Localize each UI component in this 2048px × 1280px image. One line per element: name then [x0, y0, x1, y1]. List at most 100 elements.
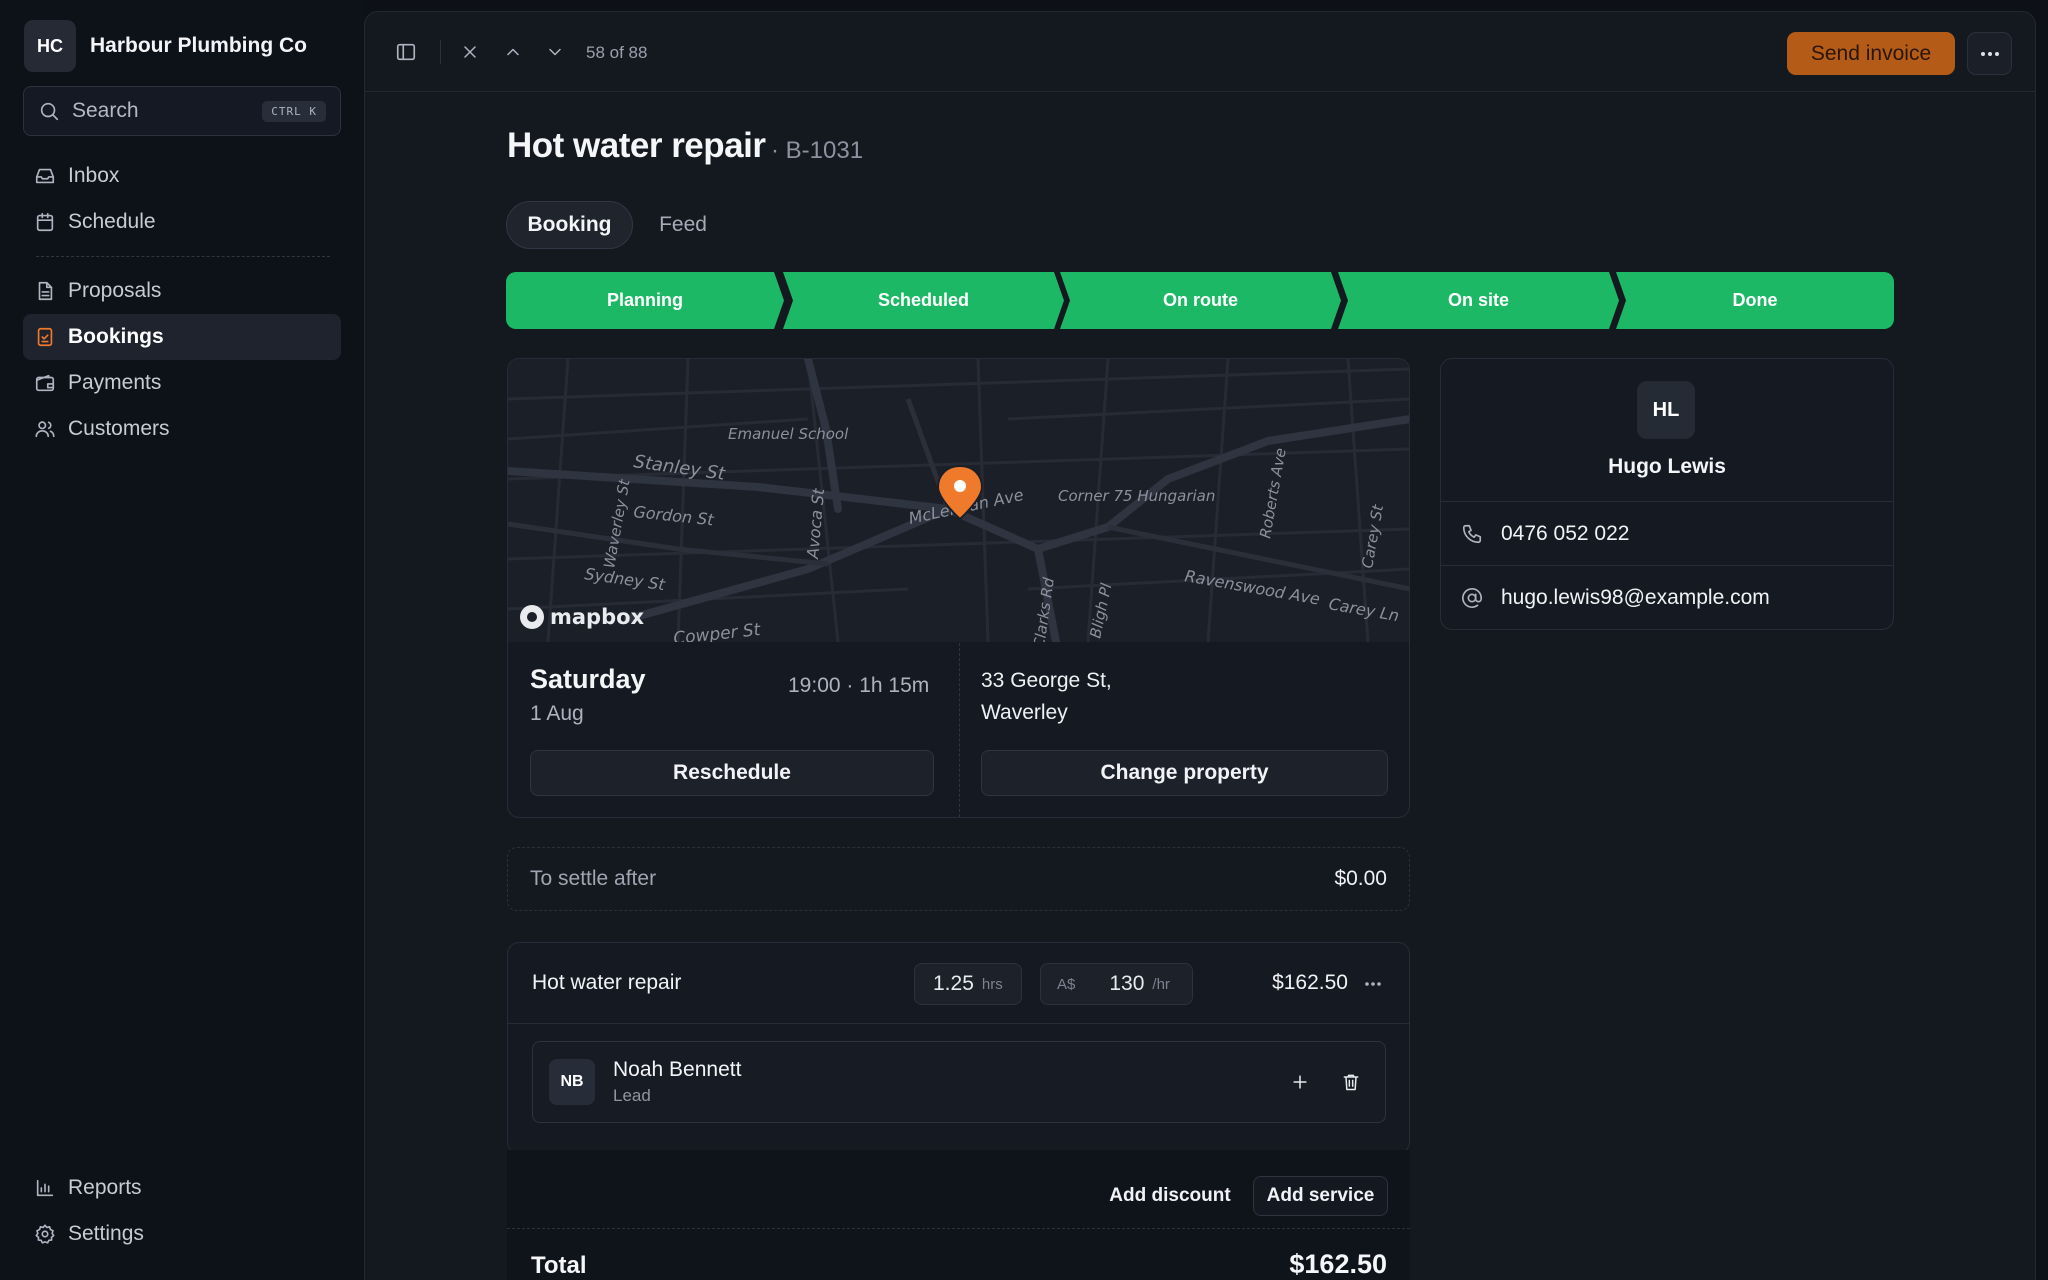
settle-label: To settle after [530, 867, 657, 890]
customer-phone-row[interactable]: 0476 052 022 [1441, 501, 1893, 565]
location-map[interactable]: Emanuel School Stanley St Gordon St Wave… [508, 359, 1409, 642]
sidebar-item-label: Bookings [68, 325, 164, 348]
property-address: 33 George St, Waverley [981, 665, 1112, 729]
address-line-1: 33 George St, [981, 669, 1112, 692]
stage-scheduled[interactable]: Scheduled [783, 272, 1064, 329]
more-horizontal-icon [1980, 51, 1999, 56]
workspace-switcher[interactable]: HC Harbour Plumbing Co [24, 20, 307, 72]
customer-card: HL Hugo Lewis 0476 052 022 hugo.lewis98@… [1440, 358, 1894, 630]
remove-worker-button[interactable] [1334, 1065, 1368, 1099]
hours-unit: hrs [981, 975, 1003, 993]
add-service-button[interactable]: Add service [1253, 1176, 1388, 1216]
map-label: Corner 75 Hungarian [1058, 487, 1215, 505]
users-icon [35, 421, 55, 438]
avatar: NB [549, 1059, 595, 1105]
document-icon [38, 281, 53, 301]
send-invoice-button[interactable]: Send invoice [1787, 32, 1955, 75]
gear-icon [35, 1224, 55, 1244]
search-icon [40, 102, 59, 121]
service-more-button[interactable] [1356, 967, 1390, 1001]
sidebar-item-reports[interactable]: Reports [23, 1165, 341, 1211]
inbox-icon [35, 168, 55, 184]
customer-phone: 0476 052 022 [1501, 521, 1630, 545]
avatar: HL [1637, 381, 1695, 439]
worker-role: Lead [613, 1086, 651, 1105]
sidebar-item-label: Schedule [68, 210, 156, 233]
change-property-button[interactable]: Change property [981, 750, 1388, 796]
plus-icon [1293, 1075, 1307, 1089]
service-line-card: Hot water repair 1.25 hrs A$ 130 /hr $16… [507, 942, 1410, 1154]
sidebar-item-label: Reports [68, 1176, 142, 1199]
more-actions-button[interactable] [1967, 32, 2012, 75]
at-sign-icon [1462, 587, 1482, 608]
customer-email: hugo.lewis98@example.com [1501, 585, 1770, 609]
wallet-icon [35, 374, 55, 392]
card-divider [959, 643, 960, 817]
worker-name: Noah Bennett [613, 1058, 742, 1081]
sidebar-item-bookings[interactable]: Bookings [23, 314, 341, 360]
close-button[interactable] [453, 35, 487, 69]
service-name: Hot water repair [532, 971, 682, 994]
reschedule-button[interactable]: Reschedule [530, 750, 934, 796]
map-label: Emanuel School [728, 425, 849, 443]
sidebar-item-label: Customers [68, 417, 170, 440]
sidebar-item-inbox[interactable]: Inbox [23, 153, 341, 199]
panel-toolbar: 58 of 88 Send invoice [365, 12, 2035, 92]
sidebar-item-settings[interactable]: Settings [23, 1211, 341, 1257]
sidebar-item-customers[interactable]: Customers [23, 406, 341, 452]
sidebar-item-label: Payments [68, 371, 162, 394]
next-button[interactable] [538, 35, 572, 69]
previous-button[interactable] [496, 35, 530, 69]
assigned-worker: NB Noah Bennett Lead [532, 1041, 1386, 1123]
close-icon [464, 46, 476, 58]
total-divider [507, 1228, 1410, 1229]
sidebar: HC Harbour Plumbing Co Search CTRL K Inb… [0, 0, 364, 1280]
hours-input[interactable]: 1.25 hrs [914, 963, 1022, 1005]
sidebar-item-proposals[interactable]: Proposals [23, 268, 341, 314]
workspace-avatar: HC [24, 20, 76, 72]
add-discount-button[interactable]: Add discount [1102, 1176, 1238, 1216]
booking-panel: 58 of 88 Send invoice Hot water repair ·… [364, 11, 2036, 1280]
trash-icon [1343, 1074, 1359, 1091]
rate-unit: /hr [1152, 975, 1170, 993]
toggle-sidebar-button[interactable] [389, 35, 423, 69]
total-amount: $162.50 [1289, 1249, 1387, 1279]
stage-planning[interactable]: Planning [506, 272, 784, 329]
service-amount: $162.50 [1272, 971, 1348, 994]
rate-input[interactable]: A$ 130 /hr [1040, 963, 1193, 1005]
sidebar-divider [36, 256, 330, 257]
status-pipeline: Planning Scheduled On route On site Done [506, 272, 1894, 329]
stage-on-site[interactable]: On site [1338, 272, 1619, 329]
sidebar-item-schedule[interactable]: Schedule [23, 199, 341, 245]
checklist-icon [37, 327, 53, 347]
total-label: Total [531, 1252, 587, 1279]
booking-day: Saturday [530, 664, 646, 694]
stage-done[interactable]: Done [1616, 272, 1894, 329]
sidebar-toggle-icon [396, 43, 416, 61]
currency-label: A$ [1057, 975, 1076, 993]
chevron-up-icon [507, 48, 519, 56]
customer-name[interactable]: Hugo Lewis [1441, 455, 1893, 479]
booking-time: 19:00 · 1h 15m [788, 674, 930, 697]
customer-email-row[interactable]: hugo.lewis98@example.com [1441, 565, 1893, 629]
search-box[interactable]: Search CTRL K [23, 86, 341, 136]
tab-booking[interactable]: Booking [506, 201, 633, 249]
page-title: Hot water repair [507, 126, 766, 165]
settle-after-row: To settle after $0.00 [507, 847, 1410, 911]
chevron-down-icon [549, 48, 561, 56]
add-worker-button[interactable] [1283, 1065, 1317, 1099]
more-horizontal-icon [1365, 982, 1381, 986]
toolbar-divider [440, 40, 441, 64]
search-shortcut: CTRL K [262, 100, 326, 122]
map-attribution: mapbox [550, 605, 645, 629]
record-counter: 58 of 88 [586, 43, 648, 62]
sidebar-item-label: Proposals [68, 279, 162, 302]
address-line-2: Waverley [981, 701, 1068, 724]
stage-on-route[interactable]: On route [1060, 272, 1341, 329]
booking-details-card: Emanuel School Stanley St Gordon St Wave… [507, 358, 1410, 818]
sidebar-item-payments[interactable]: Payments [23, 360, 341, 406]
tab-feed[interactable]: Feed [643, 201, 723, 249]
booking-id: · B-1031 [771, 137, 864, 164]
sidebar-item-label: Settings [68, 1222, 144, 1245]
rate-value: 130 [1109, 972, 1145, 995]
